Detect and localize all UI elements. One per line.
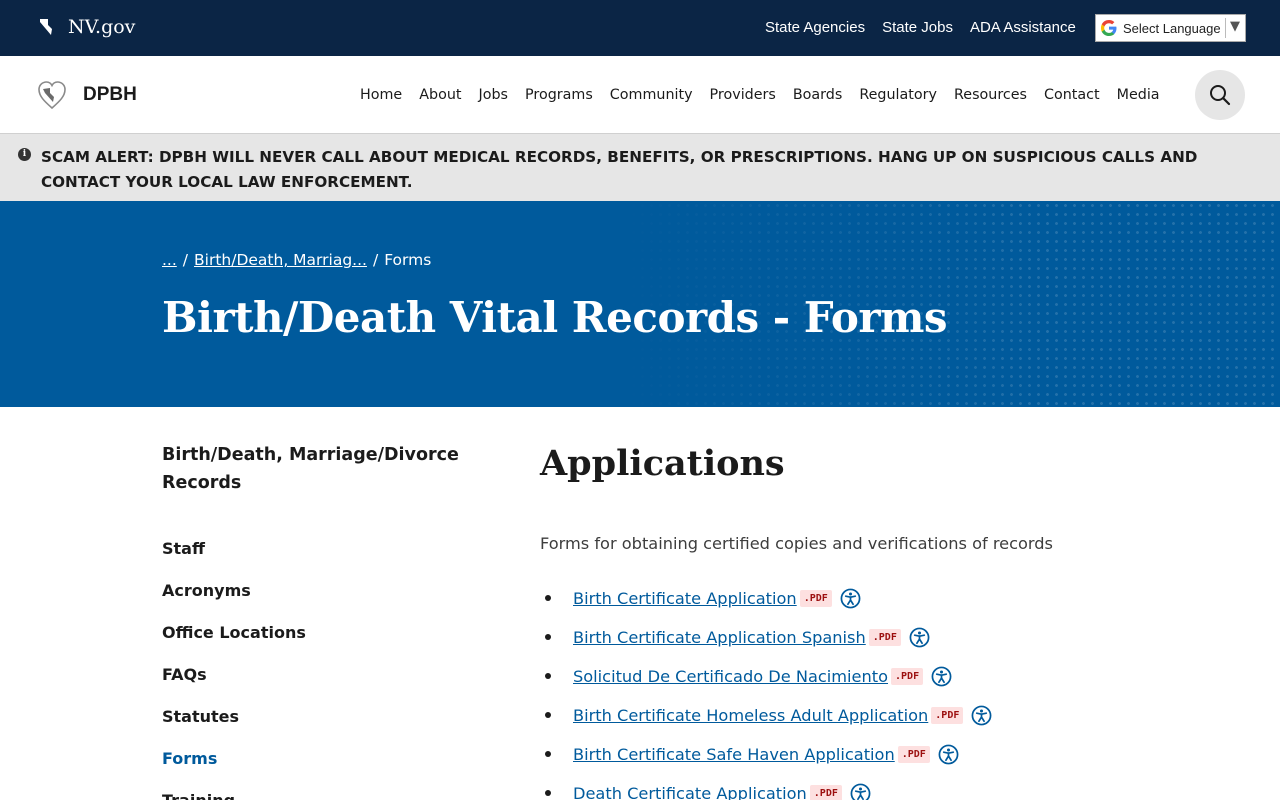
accessibility-icon[interactable]	[850, 783, 871, 800]
nav-regulatory[interactable]: Regulatory	[859, 87, 937, 103]
search-icon	[1210, 85, 1231, 106]
language-select-label: Select Language	[1123, 20, 1221, 36]
list-item: Birth Certificate Homeless Adult Applica…	[540, 699, 992, 738]
nav-contact[interactable]: Contact	[1044, 87, 1100, 103]
breadcrumb-parent[interactable]: Birth/Death, Marriag...	[194, 251, 367, 269]
document-link[interactable]: Solicitud De Certificado De Nacimiento	[573, 667, 888, 686]
gov-link-ada-assistance[interactable]: ADA Assistance	[970, 19, 1076, 36]
page-title: Birth/Death Vital Records - Forms	[162, 293, 948, 342]
page-hero: ... / Birth/Death, Marriag... / Forms Bi…	[0, 201, 1280, 407]
nav-home[interactable]: Home	[360, 87, 402, 103]
dropdown-arrow-icon: ▼	[1230, 19, 1240, 34]
main-nav: Home About Jobs Programs Community Provi…	[360, 87, 1160, 103]
gov-link-state-agencies[interactable]: State Agencies	[765, 19, 865, 36]
gov-links: State Agencies State Jobs ADA Assistance	[765, 19, 1076, 36]
breadcrumb-current: Forms	[384, 251, 432, 269]
section-intro: Forms for obtaining certified copies and…	[540, 534, 1053, 553]
section-heading: Applications	[540, 443, 785, 484]
sidebar-list-item: Statutes	[162, 707, 482, 749]
pdf-badge: .PDF	[891, 668, 924, 685]
sidebar-item-acronyms[interactable]: Acronyms	[162, 581, 251, 600]
scam-alert-banner: i SCAM ALERT: DPBH WILL NEVER CALL ABOUT…	[0, 134, 1280, 201]
breadcrumb-separator: /	[372, 251, 379, 269]
list-item: Birth Certificate Application Spanish .P…	[540, 621, 992, 660]
info-icon: i	[18, 148, 31, 161]
document-list: Birth Certificate Application .PDF Birth…	[540, 582, 992, 800]
nevada-state-icon	[40, 19, 52, 35]
search-button[interactable]	[1195, 70, 1245, 120]
sidebar-title: Birth/Death, Marriage/Divorce Records	[162, 445, 459, 493]
pdf-badge: .PDF	[897, 746, 930, 763]
sidebar-menu: Staff Acronyms Office Locations FAQs Sta…	[162, 539, 482, 800]
gov-site-name: NV.gov	[68, 16, 136, 38]
language-select-divider	[1225, 18, 1226, 38]
dpbh-home-link[interactable]: DPBH	[38, 80, 137, 110]
sidebar-list-item: Forms	[162, 749, 482, 791]
sidebar-item-forms[interactable]: Forms	[162, 749, 217, 768]
nv-gov-home-link[interactable]: NV.gov	[38, 16, 135, 38]
alert-text: SCAM ALERT: DPBH WILL NEVER CALL ABOUT M…	[41, 148, 1198, 191]
breadcrumb-separator: /	[182, 251, 189, 269]
site-header: DPBH Home About Jobs Programs Community …	[0, 56, 1280, 134]
document-link[interactable]: Birth Certificate Safe Haven Application	[573, 745, 895, 764]
sidebar-list-item: Training	[162, 791, 482, 800]
nav-programs[interactable]: Programs	[525, 87, 593, 103]
accessibility-icon[interactable]	[840, 588, 861, 609]
nav-media[interactable]: Media	[1117, 87, 1160, 103]
document-link[interactable]: Birth Certificate Application	[573, 589, 797, 608]
sidebar-item-office-locations[interactable]: Office Locations	[162, 623, 306, 642]
nav-community[interactable]: Community	[610, 87, 693, 103]
list-item: Solicitud De Certificado De Nacimiento .…	[540, 660, 992, 699]
pdf-badge: .PDF	[931, 707, 964, 724]
gov-bar: NV.gov State Agencies State Jobs ADA Ass…	[0, 0, 1280, 56]
pdf-badge: .PDF	[809, 785, 842, 800]
breadcrumb-ellipsis[interactable]: ...	[162, 251, 177, 269]
document-link[interactable]: Death Certificate Application	[573, 784, 807, 800]
pdf-badge: .PDF	[868, 629, 901, 646]
google-icon	[1101, 20, 1117, 36]
list-item: Birth Certificate Application .PDF	[540, 582, 992, 621]
nav-about[interactable]: About	[419, 87, 461, 103]
accessibility-icon[interactable]	[938, 744, 959, 765]
language-select[interactable]: Select Language ▼	[1095, 14, 1246, 42]
section-sidebar: Birth/Death, Marriage/Divorce Records St…	[162, 441, 482, 800]
sidebar-item-statutes[interactable]: Statutes	[162, 707, 239, 726]
sidebar-item-faqs[interactable]: FAQs	[162, 665, 207, 684]
nav-boards[interactable]: Boards	[793, 87, 842, 103]
nav-providers[interactable]: Providers	[710, 87, 776, 103]
sidebar-list-item: Office Locations	[162, 623, 482, 665]
list-item: Birth Certificate Safe Haven Application…	[540, 738, 992, 777]
gov-link-state-jobs[interactable]: State Jobs	[882, 19, 953, 36]
nav-jobs[interactable]: Jobs	[479, 87, 509, 103]
pdf-badge: .PDF	[799, 590, 832, 607]
breadcrumb: ... / Birth/Death, Marriag... / Forms	[162, 251, 431, 269]
sidebar-list-item: Staff	[162, 539, 482, 581]
main-content: Applications Forms for obtaining certifi…	[540, 443, 1240, 800]
sidebar-list-item: FAQs	[162, 665, 482, 707]
accessibility-icon[interactable]	[909, 627, 930, 648]
document-link[interactable]: Birth Certificate Application Spanish	[573, 628, 866, 647]
dpbh-heart-icon	[38, 81, 66, 110]
accessibility-icon[interactable]	[931, 666, 952, 687]
sidebar-item-training[interactable]: Training	[162, 791, 235, 800]
accessibility-icon[interactable]	[971, 705, 992, 726]
document-link[interactable]: Birth Certificate Homeless Adult Applica…	[573, 706, 928, 725]
sidebar-list-item: Acronyms	[162, 581, 482, 623]
sidebar-item-staff[interactable]: Staff	[162, 539, 205, 558]
agency-name: DPBH	[83, 84, 137, 105]
list-item: Death Certificate Application .PDF	[540, 777, 992, 800]
nav-resources[interactable]: Resources	[954, 87, 1027, 103]
